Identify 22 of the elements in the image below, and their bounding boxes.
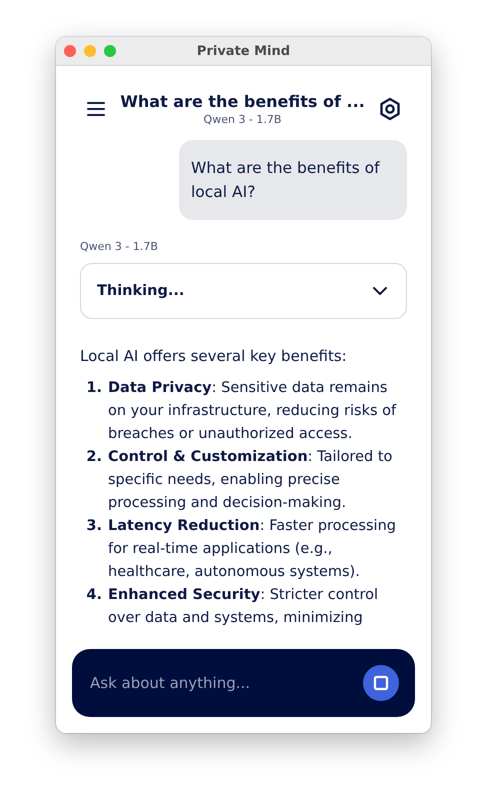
stop-icon	[373, 675, 389, 691]
model-label: Qwen 3 - 1.7B	[80, 240, 159, 253]
stop-button[interactable]	[363, 665, 399, 701]
list-number: 2.	[85, 448, 102, 467]
close-icon[interactable]	[64, 45, 76, 57]
response-text: Local AI offers several key benefits:	[80, 346, 348, 367]
chevron-icon	[372, 286, 388, 296]
chat-title: What are the benefits of ...	[120, 92, 365, 111]
list-item-text: Enhanced Security: Stricter control over data and systems, minimizing	[108, 586, 380, 628]
menu-icon[interactable]	[86, 101, 106, 117]
list-number: 4.	[85, 586, 102, 605]
list-number: 3.	[85, 517, 102, 536]
settings-icon[interactable]	[379, 97, 401, 121]
message-input[interactable]: Ask about anything...	[88, 673, 353, 693]
thinking-toggle[interactable]: Thinking...	[80, 263, 407, 319]
model-name: Qwen 3 - 1.7B	[204, 113, 282, 126]
list-item-text: Latency Reduction: Faster processing for real-time applications (e.g., healthcare, autonomous systems).	[108, 517, 397, 582]
list-item-text: Data Privacy: Sensitive data remains on your infrastructure, reducing risks of breaches or unauthorized access.	[108, 379, 398, 444]
list-number: 1.	[85, 379, 102, 398]
window-title: Private Mind	[196, 44, 290, 58]
list-item-text: Control & Customization: Tailored to specific needs, enabling precise processing and decision-making.	[108, 448, 394, 513]
user-message: What are the benefits of local AI?	[179, 140, 407, 220]
